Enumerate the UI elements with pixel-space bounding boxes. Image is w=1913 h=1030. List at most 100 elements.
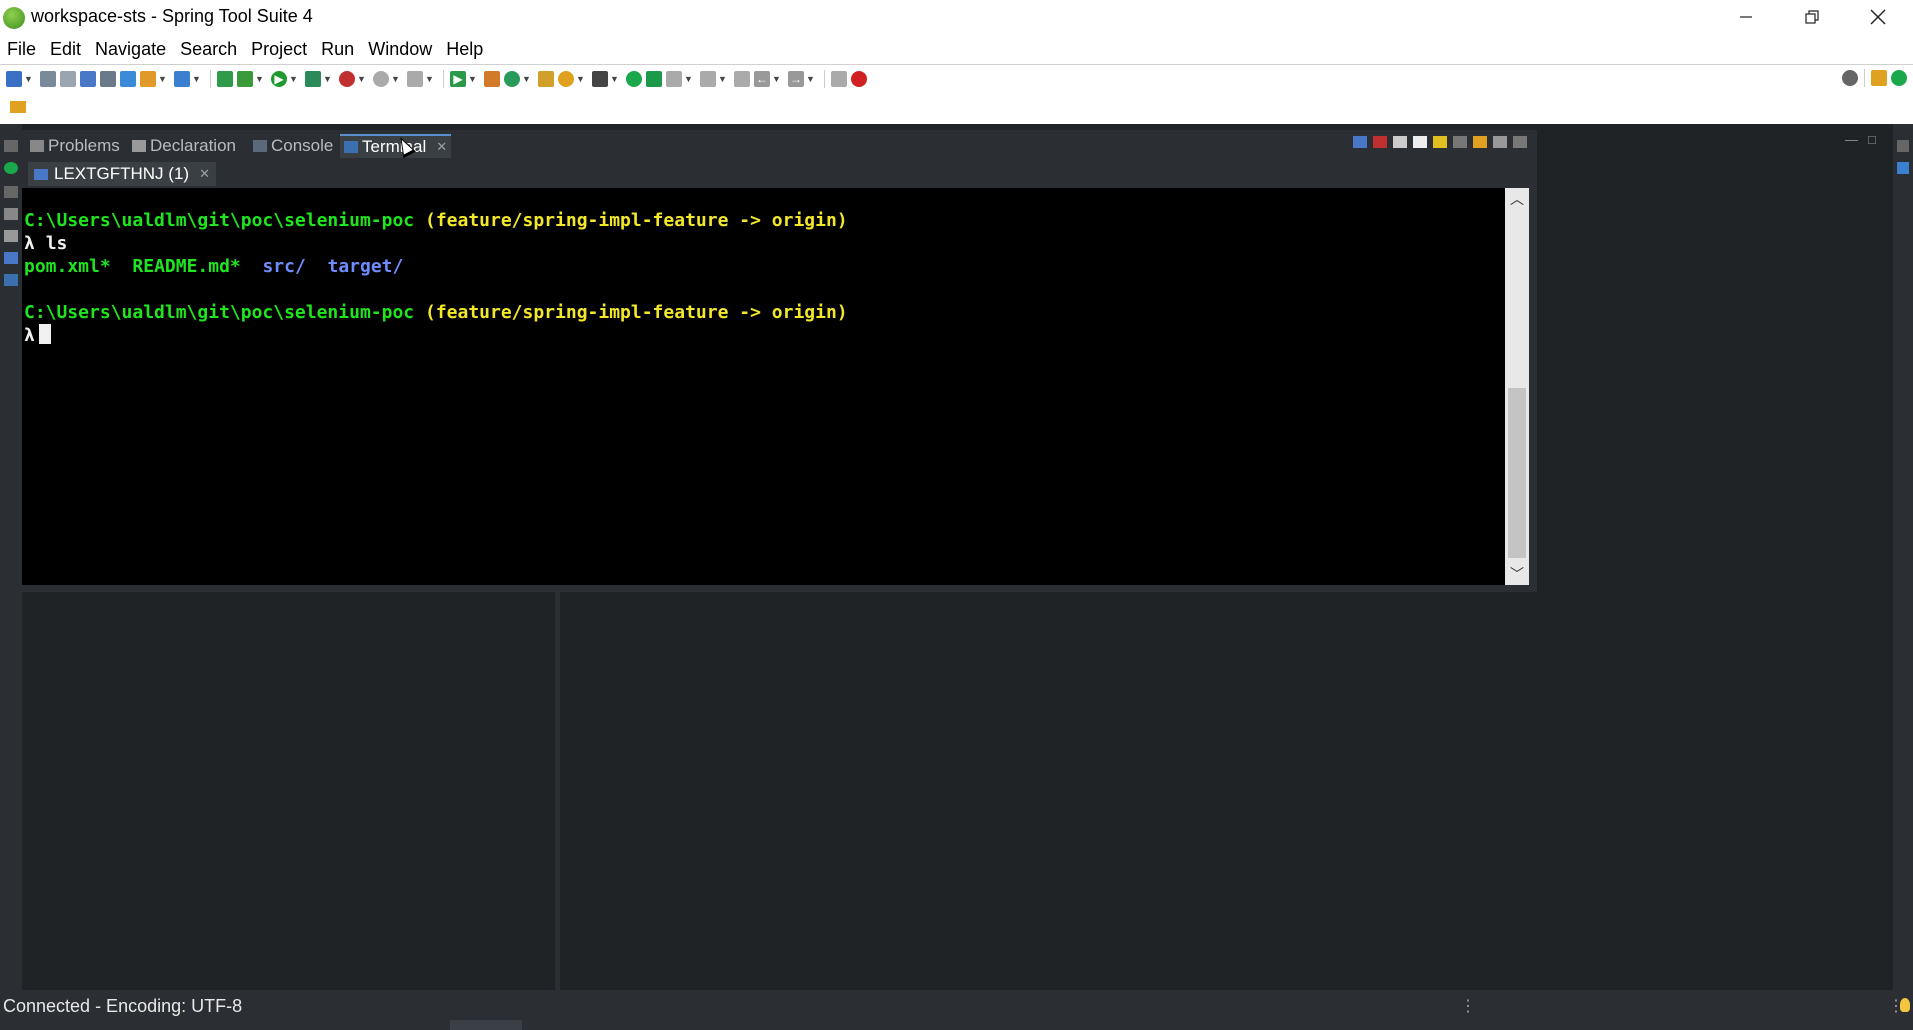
menu-help[interactable]: Help (442, 39, 493, 60)
terminal-session-tab[interactable]: LEXTGFTHNJ (1) ✕ (28, 162, 216, 186)
chevron-down-icon[interactable]: ▼ (772, 71, 782, 87)
menu-edit[interactable]: Edit (46, 39, 91, 60)
display-selected-icon[interactable] (1473, 136, 1487, 148)
skip-breakpoints-icon[interactable] (100, 70, 116, 87)
tab-terminal[interactable]: Terminal ✕ (340, 134, 452, 158)
run-last-icon[interactable]: ▶ (450, 70, 466, 87)
search-icon[interactable] (558, 70, 574, 87)
menu-run[interactable]: Run (317, 39, 364, 60)
menu-project[interactable]: Project (247, 39, 317, 60)
quick-access-search-icon[interactable] (1842, 70, 1858, 86)
close-tab-icon[interactable]: ✕ (199, 166, 210, 182)
chevron-down-icon[interactable]: ▼ (684, 71, 694, 87)
terminal-session-label: LEXTGFTHNJ (1) (54, 164, 190, 183)
chevron-down-icon[interactable]: ▼ (24, 71, 34, 87)
chevron-down-icon[interactable]: ▼ (289, 71, 299, 87)
outline-icon[interactable] (1897, 162, 1909, 174)
chevron-down-icon[interactable]: ▼ (718, 71, 728, 87)
debug-icon[interactable] (237, 70, 253, 87)
boot-dashboard-icon[interactable] (217, 70, 233, 87)
restore-icon[interactable] (4, 186, 18, 198)
folder-icon[interactable] (10, 101, 26, 113)
boot-dashboard-icon[interactable] (4, 162, 18, 174)
stop-icon[interactable] (373, 70, 389, 87)
terminal-output[interactable]: C:\Users\ualdlm\git\poc\selenium-poc (fe… (22, 188, 1507, 585)
restore-icon[interactable] (4, 140, 18, 152)
maximize-icon[interactable]: □ (1868, 132, 1876, 147)
menu-navigate[interactable]: Navigate (91, 39, 176, 60)
pane-separator[interactable] (22, 585, 1537, 592)
toggle-block-icon[interactable] (120, 70, 136, 87)
chevron-down-icon[interactable]: ▼ (192, 71, 202, 87)
new-server-icon[interactable] (484, 70, 500, 87)
pin-editor-icon[interactable] (831, 70, 847, 87)
disconnect-icon[interactable] (1373, 136, 1387, 148)
menu-file[interactable]: File (3, 39, 46, 60)
prev-annotation-icon[interactable] (700, 70, 716, 87)
menu-search[interactable]: Search (176, 39, 247, 60)
spring-perspective-icon[interactable] (1891, 70, 1907, 86)
restore-icon[interactable] (1897, 140, 1909, 152)
step-icon[interactable] (407, 70, 423, 87)
tab-problems[interactable]: Problems (30, 134, 120, 158)
open-perspective-icon[interactable] (1871, 70, 1887, 86)
open-type-icon[interactable] (538, 70, 554, 87)
chevron-down-icon[interactable]: ▼ (158, 71, 168, 87)
close-tab-icon[interactable]: ✕ (436, 139, 447, 155)
external-tools-icon[interactable] (339, 70, 355, 87)
settings-icon[interactable] (1493, 136, 1507, 148)
chevron-down-icon[interactable]: ▼ (610, 71, 620, 87)
chevron-down-icon[interactable]: ﹀ (1505, 563, 1529, 585)
minimize-button[interactable] (1713, 0, 1779, 34)
outline-icon[interactable] (4, 208, 18, 220)
new-class-icon[interactable] (504, 70, 520, 87)
coverage-icon[interactable] (305, 70, 321, 87)
restore-button[interactable] (1779, 0, 1845, 34)
back-icon[interactable]: ← (754, 70, 770, 87)
tab-console[interactable]: Console (253, 134, 333, 158)
chevron-down-icon[interactable]: ▼ (357, 71, 367, 87)
chevron-up-icon[interactable]: ︿ (1505, 188, 1529, 210)
chevron-down-icon[interactable]: ▼ (391, 71, 401, 87)
save-icon[interactable] (40, 70, 56, 87)
menu-window[interactable]: Window (364, 39, 442, 60)
console-icon[interactable] (4, 252, 18, 264)
save-all-icon[interactable] (60, 70, 76, 87)
tip-bulb-icon[interactable] (1900, 998, 1910, 1012)
chevron-down-icon[interactable]: ▼ (806, 71, 816, 87)
forward-icon[interactable]: → (788, 70, 804, 87)
open-terminal-icon[interactable] (1353, 136, 1367, 148)
scrollbar-thumb[interactable] (1508, 388, 1526, 558)
tab-declaration[interactable]: Declaration (132, 134, 236, 158)
pin-icon[interactable] (1453, 136, 1467, 148)
terminal-scrollbar[interactable]: ︿ ﹀ (1505, 188, 1529, 585)
new-package-icon[interactable] (174, 70, 190, 87)
new-java-project-icon[interactable] (140, 70, 156, 87)
terminal-icon[interactable] (4, 274, 18, 286)
chevron-down-icon[interactable]: ▼ (576, 71, 586, 87)
terminal-icon (344, 141, 358, 153)
more-icon[interactable]: ⋮ (1460, 996, 1476, 1016)
task-list-icon[interactable] (592, 70, 608, 87)
new-icon[interactable] (6, 70, 22, 87)
chevron-down-icon[interactable]: ▼ (255, 71, 265, 87)
clear-icon[interactable] (1413, 136, 1427, 148)
chevron-down-icon[interactable]: ▼ (425, 71, 435, 87)
prompt-path: C:\Users\ualdlm\git\poc\selenium-poc (24, 210, 415, 231)
task-icon[interactable] (4, 230, 18, 242)
last-edit-icon[interactable] (734, 70, 750, 87)
annotation-icon[interactable] (666, 70, 682, 87)
spring-icon[interactable] (626, 70, 642, 87)
boot-icon[interactable] (646, 70, 662, 87)
minimize-view-icon[interactable] (1513, 136, 1527, 148)
scroll-lock-icon[interactable] (1433, 136, 1447, 148)
minimize-icon[interactable]: — (1845, 132, 1858, 147)
chevron-down-icon[interactable]: ▼ (522, 71, 532, 87)
open-console-icon[interactable] (80, 70, 96, 87)
run-icon[interactable]: ▶ (271, 70, 287, 87)
close-window-button[interactable] (1845, 0, 1911, 34)
redhat-icon[interactable] (851, 70, 867, 87)
chevron-down-icon[interactable]: ▼ (323, 71, 333, 87)
chevron-down-icon[interactable]: ▼ (468, 71, 478, 87)
toggle-view-icon[interactable] (1393, 136, 1407, 148)
